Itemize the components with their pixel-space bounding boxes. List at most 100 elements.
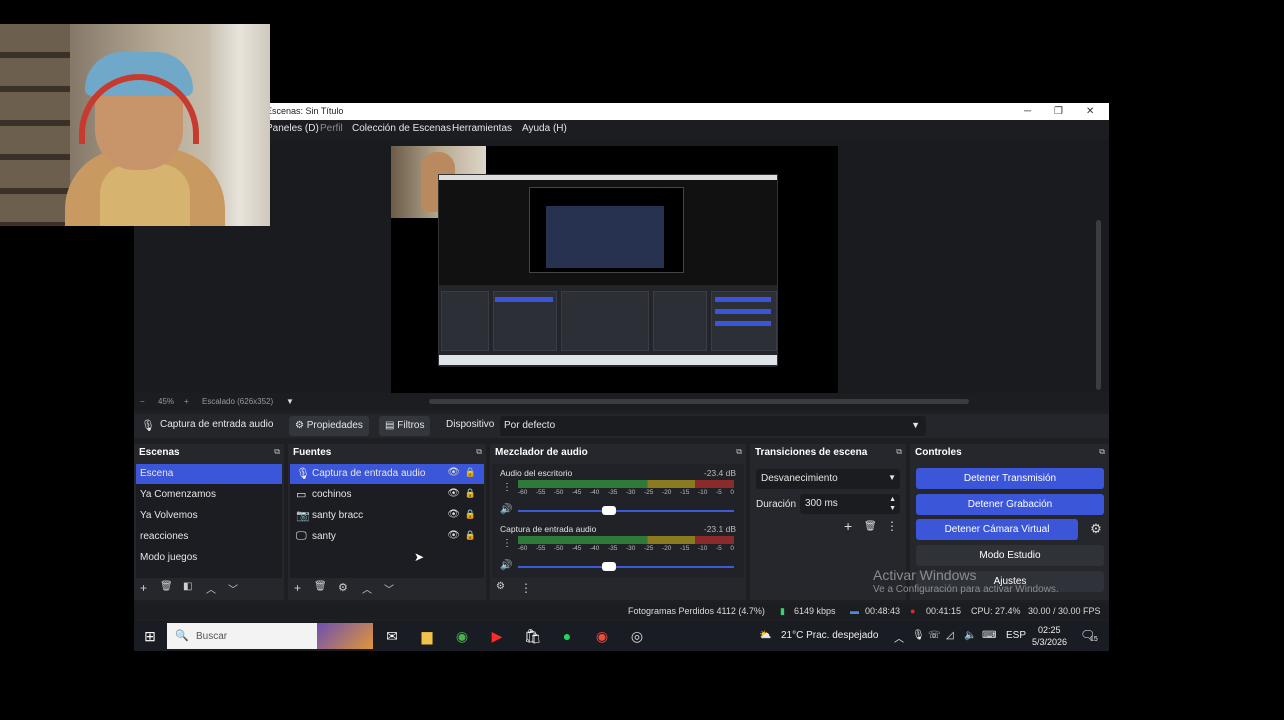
weather-icon: ⛅ xyxy=(759,630,772,641)
chrome-icon[interactable]: ◉ xyxy=(454,628,470,644)
kebab-menu-icon[interactable]: ⋮ xyxy=(886,519,898,533)
stop-recording-button[interactable]: Detener Grabación xyxy=(916,494,1104,515)
taskbar-search-box[interactable]: 🔍 Buscar xyxy=(167,623,373,649)
store-icon[interactable]: 🛍 xyxy=(524,628,542,644)
obs-icon[interactable]: ◎ xyxy=(629,628,645,644)
monitor-icon: 🖵 xyxy=(296,530,307,542)
duration-input[interactable]: 300 ms ▲ ▼ xyxy=(800,494,900,514)
filters-button[interactable]: ▤ Filtros xyxy=(379,416,431,436)
undock-icon[interactable]: ⧉ xyxy=(274,447,280,457)
source-item[interactable]: ▭ cochinos 👁 🔒 xyxy=(290,485,484,505)
chrome-icon[interactable]: ◉ xyxy=(594,628,610,644)
mail-icon[interactable]: ✉ xyxy=(384,628,400,644)
keyboard-icon[interactable]: ⌨ xyxy=(982,630,996,641)
preview-area[interactable] xyxy=(134,140,1109,393)
scene-item[interactable]: Escena xyxy=(136,464,282,484)
add-icon[interactable]: + xyxy=(844,518,852,534)
close-icon[interactable]: ✕ xyxy=(1086,103,1094,120)
menu-profile[interactable]: Perfil xyxy=(320,123,343,134)
spin-arrows-icon[interactable]: ▲ ▼ xyxy=(889,495,896,513)
eye-icon[interactable]: 👁 xyxy=(447,509,460,520)
eye-icon[interactable]: 👁 xyxy=(447,467,460,478)
spotify-icon[interactable]: ● xyxy=(559,628,575,644)
screen: Escenas: Sin Título ─ ❐ ✕ Paneles (D) Pe… xyxy=(0,0,1284,720)
filter-icon[interactable]: ◧ xyxy=(183,581,192,592)
weather-text[interactable]: 21°C Prac. despejado xyxy=(781,630,878,641)
menu-docks[interactable]: Paneles (D) xyxy=(266,123,319,134)
lock-icon[interactable]: 🔒 xyxy=(465,467,476,478)
source-toolbar: 🎙 Captura de entrada audio ⚙ Propiedades… xyxy=(134,414,1109,438)
volume-slider[interactable] xyxy=(518,566,734,568)
add-icon[interactable]: + xyxy=(294,581,301,595)
trash-icon[interactable]: 🗑 xyxy=(160,581,173,592)
scene-item[interactable]: Modo juegos xyxy=(136,548,282,568)
undock-icon[interactable]: ⧉ xyxy=(1099,447,1105,457)
kebab-menu-icon[interactable]: ⋮ xyxy=(502,538,512,549)
gear-icon[interactable]: ⚙ xyxy=(338,581,348,594)
stop-stream-button[interactable]: Detener Transmisión xyxy=(916,468,1104,489)
microphone-icon[interactable]: 🎙 xyxy=(912,630,925,641)
transition-select[interactable]: Desvanecimiento ▼ xyxy=(756,469,900,489)
network-icon[interactable]: ☏ xyxy=(928,630,941,641)
clock-time[interactable]: 02:25 xyxy=(1038,625,1061,635)
stream-icon: ▬ xyxy=(850,606,859,616)
menu-tools[interactable]: Herramientas xyxy=(452,123,512,134)
chevron-up-icon[interactable]: ︿ xyxy=(894,630,904,645)
file-explorer-icon[interactable]: ▆ xyxy=(419,628,435,644)
studio-mode-button[interactable]: Modo Estudio xyxy=(916,545,1104,566)
advanced-audio-icon[interactable]: ⚙ xyxy=(496,581,505,592)
speaker-icon[interactable]: 🔊 xyxy=(500,504,512,515)
stop-virtual-camera-button[interactable]: Detener Cámara Virtual xyxy=(916,519,1078,540)
scene-item[interactable]: Ya Volvemos xyxy=(136,506,282,526)
wifi-icon[interactable]: ◿ xyxy=(946,630,954,641)
preview-horizontal-scrollbar[interactable] xyxy=(429,399,969,404)
preview-vertical-scrollbar[interactable] xyxy=(1096,220,1101,390)
volume-slider-knob[interactable] xyxy=(602,506,616,515)
menu-help[interactable]: Ayuda (H) xyxy=(522,123,567,134)
menu-scene-collection[interactable]: Colección de Escenas xyxy=(352,123,451,134)
undock-icon[interactable]: ⧉ xyxy=(896,447,902,457)
language-indicator[interactable]: ESP xyxy=(1006,630,1026,641)
scene-item[interactable]: Ya Comenzamos xyxy=(136,485,282,505)
clock-date[interactable]: 5/3/2026 xyxy=(1032,637,1067,647)
undock-icon[interactable]: ⧉ xyxy=(736,447,742,457)
speaker-icon[interactable]: 🔊 xyxy=(500,560,512,571)
kebab-menu-icon[interactable]: ⋮ xyxy=(502,482,512,493)
move-up-icon[interactable]: ︿ xyxy=(362,581,372,596)
volume-slider-knob[interactable] xyxy=(602,562,616,571)
source-item[interactable]: 🖵 santy 👁 🔒 xyxy=(290,527,484,547)
volume-icon[interactable]: 🔈 xyxy=(964,630,976,641)
volume-slider[interactable] xyxy=(518,510,734,512)
gear-icon[interactable]: ⚙ xyxy=(1086,521,1106,541)
zoom-out-button[interactable]: − xyxy=(140,397,145,406)
audio-mixer-dock: Mezclador de audio ⧉ Audio del escritori… xyxy=(490,444,746,600)
lock-icon[interactable]: 🔒 xyxy=(465,488,476,499)
undock-icon[interactable]: ⧉ xyxy=(476,447,482,457)
webcam-overlay xyxy=(0,24,270,226)
maximize-icon[interactable]: ❐ xyxy=(1054,103,1063,120)
scene-item[interactable]: reacciones xyxy=(136,527,282,547)
source-item[interactable]: 📷 santy bracc 👁 🔒 xyxy=(290,506,484,526)
scale-dropdown-icon[interactable]: ▼ xyxy=(286,397,294,406)
move-down-icon[interactable]: ﹀ xyxy=(228,581,238,596)
youtube-icon[interactable]: ▶ xyxy=(489,628,505,644)
eye-icon[interactable]: 👁 xyxy=(447,530,460,541)
scenes-title: Escenas xyxy=(139,447,180,458)
add-icon[interactable]: + xyxy=(140,581,147,595)
move-up-icon[interactable]: ︿ xyxy=(206,581,216,596)
lock-icon[interactable]: 🔒 xyxy=(465,509,476,520)
properties-button[interactable]: ⚙ Propiedades xyxy=(289,416,369,436)
minimize-icon[interactable]: ─ xyxy=(1024,103,1031,120)
menu-bar: Paneles (D) Perfil Colección de Escenas … xyxy=(134,120,1109,140)
trash-icon[interactable]: 🗑 xyxy=(314,581,327,592)
trash-icon[interactable]: 🗑 xyxy=(864,521,877,532)
notifications-count: 15 xyxy=(1090,636,1098,643)
zoom-in-button[interactable]: + xyxy=(184,397,189,406)
device-select[interactable]: Por defecto ▼ xyxy=(500,416,926,436)
source-item[interactable]: 🎙 Captura de entrada audio 👁 🔒 xyxy=(290,464,484,484)
kebab-menu-icon[interactable]: ⋮ xyxy=(520,581,532,595)
move-down-icon[interactable]: ﹀ xyxy=(384,581,394,596)
eye-icon[interactable]: 👁 xyxy=(447,488,460,499)
lock-icon[interactable]: 🔒 xyxy=(465,530,476,541)
windows-start-icon[interactable]: ⊞ xyxy=(142,628,158,644)
